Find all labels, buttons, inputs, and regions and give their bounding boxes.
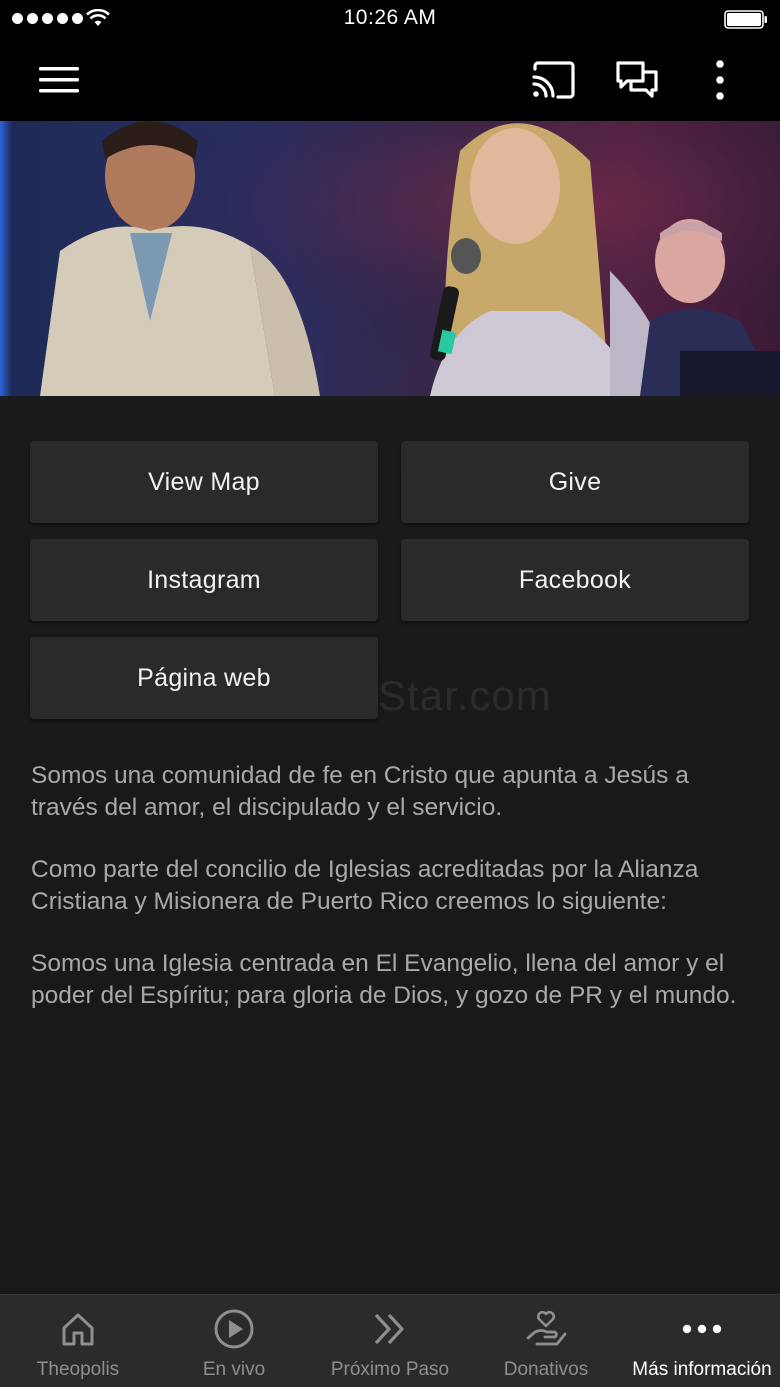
- double-chevron-right-icon: [368, 1307, 412, 1351]
- status-time: 10:26 AM: [343, 6, 437, 29]
- cast-icon[interactable]: [531, 58, 577, 102]
- view-map-button[interactable]: View Map: [30, 441, 378, 523]
- tab-label: Próximo Paso: [330, 1359, 450, 1380]
- hero-illustration: [0, 121, 780, 396]
- bottom-tab-bar: Theopolis En vivo Próximo Paso Donativos…: [0, 1294, 780, 1387]
- about-paragraph-2: Como parte del concilio de Iglesias acre…: [31, 856, 699, 915]
- home-icon: [56, 1307, 100, 1351]
- tab-donativos[interactable]: Donativos: [468, 1295, 624, 1387]
- tab-mas-informacion[interactable]: Más información: [624, 1295, 780, 1387]
- more-horizontal-icon: [680, 1307, 724, 1351]
- chat-bubbles-icon[interactable]: [614, 58, 660, 102]
- about-description: Somos una comunidad de fe en Cristo que …: [31, 760, 751, 1042]
- facebook-button[interactable]: Facebook: [401, 539, 749, 621]
- website-button[interactable]: Página web: [30, 637, 378, 719]
- battery-icon: [724, 10, 767, 29]
- instagram-button[interactable]: Instagram: [30, 539, 378, 621]
- hamburger-menu-icon[interactable]: [36, 58, 82, 102]
- heart-hand-icon: [524, 1307, 568, 1351]
- about-paragraph-1: Somos una comunidad de fe en Cristo que …: [31, 762, 689, 821]
- tab-label: En vivo: [202, 1359, 266, 1380]
- play-circle-icon: [212, 1307, 256, 1351]
- tab-proximo-paso[interactable]: Próximo Paso: [312, 1295, 468, 1387]
- hero-banner-image: [0, 121, 780, 396]
- watermark-text: Star.com: [378, 672, 552, 719]
- status-bar: 10:26 AM: [0, 0, 780, 40]
- tab-label: Más información: [632, 1359, 772, 1380]
- tab-theopolis[interactable]: Theopolis: [0, 1295, 156, 1387]
- about-paragraph-3: Somos una Iglesia centrada en El Evangel…: [31, 950, 737, 1009]
- tab-label: Theopolis: [36, 1359, 120, 1380]
- app-bar: [0, 40, 780, 121]
- screen: 10:26 AM View Map Give Instagram Faceboo…: [0, 0, 780, 1387]
- tab-en-vivo[interactable]: En vivo: [156, 1295, 312, 1387]
- give-button[interactable]: Give: [401, 441, 749, 523]
- tab-label: Donativos: [503, 1359, 589, 1380]
- more-vertical-icon[interactable]: [697, 58, 743, 102]
